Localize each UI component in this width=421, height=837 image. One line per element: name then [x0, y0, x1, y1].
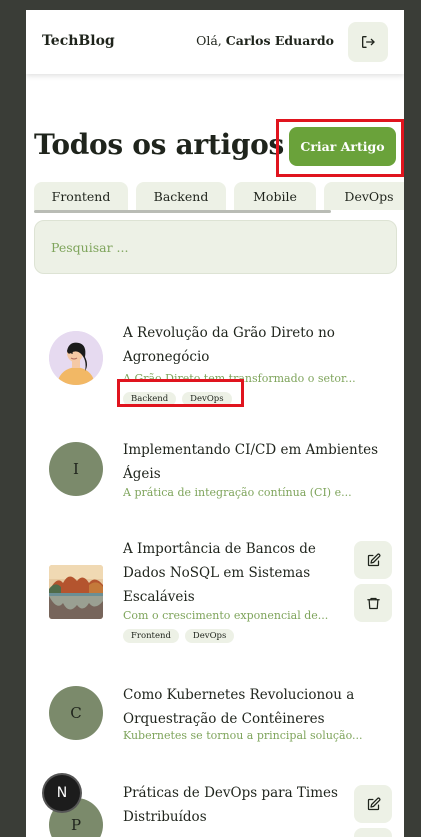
edit-button[interactable]: [354, 541, 392, 579]
category-tabs: Frontend Backend Mobile DevOps: [34, 182, 404, 212]
user-greeting: Olá, Carlos Eduardo: [196, 33, 334, 48]
article-item[interactable]: A Importância de Bancos de Dados NoSQL e…: [26, 537, 404, 647]
article-excerpt: A prática de integração contínua (CI) e.…: [123, 486, 352, 499]
floating-user-button[interactable]: N: [44, 775, 80, 811]
delete-button[interactable]: [354, 828, 392, 837]
author-avatar: C: [49, 686, 103, 740]
edit-icon: [367, 797, 380, 810]
create-article-button[interactable]: Criar Artigo: [289, 127, 396, 166]
article-title[interactable]: Implementando CI/CD em Ambientes Ágeis: [123, 438, 383, 486]
tag-badge: DevOps: [184, 629, 235, 643]
article-item[interactable]: C Como Kubernetes Revolucionou a Orquest…: [26, 683, 404, 753]
article-title[interactable]: A Importância de Bancos de Dados NoSQL e…: [123, 537, 345, 609]
greeting-prefix: Olá,: [196, 33, 222, 48]
user-name: Carlos Eduardo: [225, 33, 334, 48]
tab-frontend[interactable]: Frontend: [34, 182, 128, 210]
tabs-scrollbar[interactable]: [34, 210, 331, 213]
app-logo[interactable]: TechBlog: [42, 33, 115, 49]
landscape-image-icon: [49, 565, 103, 619]
tab-backend[interactable]: Backend: [136, 182, 226, 210]
search-input[interactable]: [35, 221, 396, 273]
author-avatar: [49, 331, 103, 385]
article-thumbnail: [49, 565, 103, 619]
author-avatar: I: [49, 442, 103, 496]
article-title[interactable]: Práticas de DevOps para Times Distribuíd…: [123, 781, 345, 829]
article-excerpt: Kubernetes se tornou a principal solução…: [123, 729, 363, 742]
article-item[interactable]: P Práticas de DevOps para Times Distribu…: [26, 781, 404, 837]
delete-button[interactable]: [354, 584, 392, 622]
person-illustration-icon: [49, 331, 103, 385]
tag-badge: Frontend: [123, 629, 179, 643]
article-item[interactable]: I Implementando CI/CD em Ambientes Ágeis…: [26, 438, 404, 508]
app-screen: TechBlog Olá, Carlos Eduardo Todos os ar…: [26, 10, 404, 837]
search-box: [34, 220, 397, 274]
tab-mobile[interactable]: Mobile: [234, 182, 316, 210]
edit-button[interactable]: [354, 785, 392, 823]
top-header: TechBlog Olá, Carlos Eduardo: [26, 10, 404, 74]
tab-devops[interactable]: DevOps: [324, 182, 404, 210]
trash-icon: [366, 597, 380, 609]
logout-button[interactable]: [348, 22, 388, 62]
edit-icon: [367, 553, 380, 566]
article-title[interactable]: A Revolução da Grão Direto no Agronegóci…: [123, 321, 383, 369]
logout-icon: [362, 36, 375, 48]
article-tags: Frontend DevOps: [123, 629, 235, 643]
article-excerpt: Com o crescimento exponencial de...: [123, 609, 329, 622]
article-title[interactable]: Como Kubernetes Revolucionou a Orquestra…: [123, 683, 383, 731]
tags-highlight: [117, 379, 244, 407]
page-title: Todos os artigos: [34, 128, 284, 161]
